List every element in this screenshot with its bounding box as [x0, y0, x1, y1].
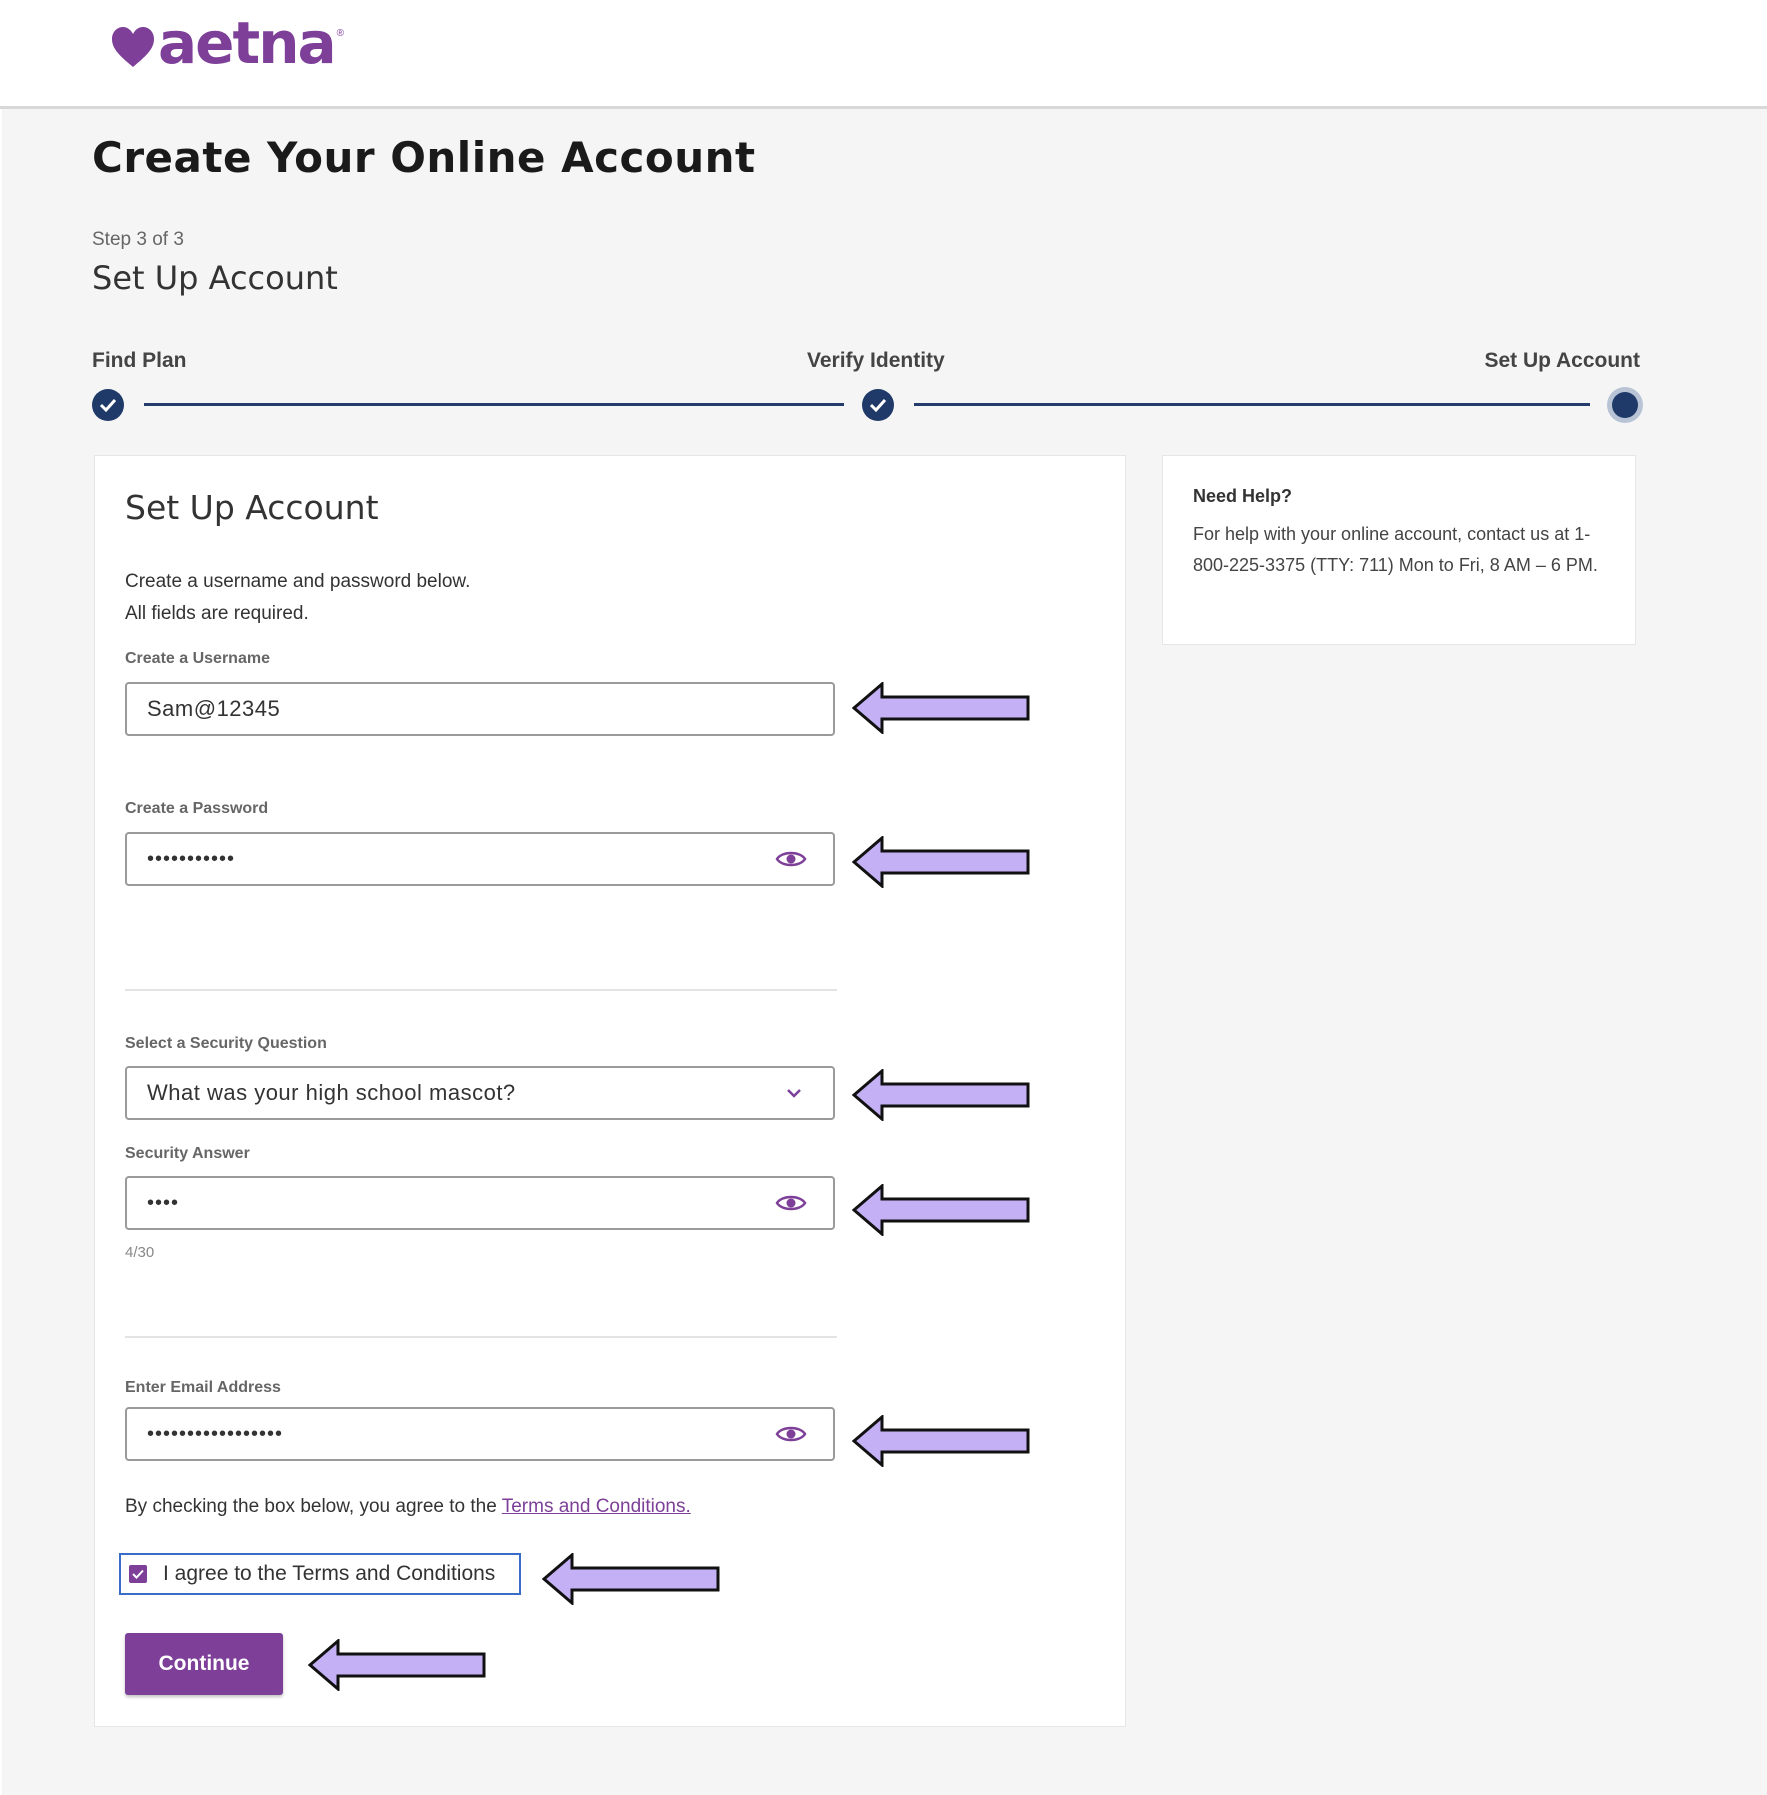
continue-button[interactable]: Continue: [125, 1633, 283, 1695]
site-header: aetna ®: [0, 0, 1767, 109]
form-intro-line-1: Create a username and password below.: [125, 571, 471, 592]
step-title: Set Up Account: [92, 259, 338, 297]
security-question-value: What was your high school mascot?: [147, 1080, 516, 1105]
aetna-logo[interactable]: aetna ®: [110, 12, 344, 74]
chevron-down-icon[interactable]: [785, 1087, 803, 1099]
security-answer-counter: 4/30: [125, 1244, 155, 1261]
step-counter: Step 3 of 3: [92, 229, 184, 250]
left-arrow-icon: [852, 1184, 1030, 1236]
need-help-panel: Need Help? For help with your online acc…: [1162, 455, 1636, 645]
security-question-label: Select a Security Question: [125, 1035, 327, 1052]
email-value: •••••••••••••••••: [147, 1422, 284, 1445]
left-arrow-icon: [308, 1639, 486, 1691]
form-intro-line-2: All fields are required.: [125, 603, 309, 624]
left-arrow-icon: [852, 836, 1030, 888]
security-answer-input[interactable]: ••••: [125, 1176, 835, 1230]
left-arrow-icon: [542, 1553, 720, 1605]
left-arrow-icon: [852, 1069, 1030, 1121]
progress-label-verify-identity: Verify Identity: [807, 349, 945, 372]
heart-icon: [112, 27, 154, 67]
page-title: Create Your Online Account: [92, 133, 756, 182]
eye-icon[interactable]: [775, 847, 807, 871]
security-answer-label: Security Answer: [125, 1145, 250, 1162]
terms-statement: By checking the box below, you agree to …: [125, 1496, 691, 1518]
security-answer-value: ••••: [147, 1191, 180, 1214]
progress-label-set-up-account: Set Up Account: [1484, 349, 1640, 372]
logo-trademark: ®: [336, 28, 345, 39]
progress-label-find-plan: Find Plan: [92, 349, 187, 372]
section-divider: [125, 989, 837, 991]
progress-line: [914, 403, 1590, 406]
terms-and-conditions-link[interactable]: Terms and Conditions.: [502, 1496, 691, 1517]
email-input[interactable]: •••••••••••••••••: [125, 1407, 835, 1461]
password-value: •••••••••••: [147, 847, 236, 870]
progress-line: [144, 403, 844, 406]
progress-step-complete-icon: [92, 389, 124, 421]
help-title: Need Help?: [1193, 486, 1293, 506]
checkbox-checked-icon[interactable]: [129, 1565, 147, 1583]
username-label: Create a Username: [125, 650, 270, 667]
section-divider: [125, 1336, 837, 1338]
left-arrow-icon: [852, 1415, 1030, 1467]
progress-step-current-icon: [1612, 392, 1638, 418]
password-input[interactable]: •••••••••••: [125, 832, 835, 886]
logo-wordmark: aetna: [158, 9, 337, 77]
help-body: For help with your online account, conta…: [1193, 524, 1598, 575]
form-intro: Create a username and password below. Al…: [125, 566, 470, 630]
form-title: Set Up Account: [125, 488, 379, 527]
progress-stepper: Find Plan Verify Identity Set Up Account: [92, 349, 1642, 429]
username-input[interactable]: Sam@12345: [125, 682, 835, 736]
security-question-select[interactable]: What was your high school mascot?: [125, 1066, 835, 1120]
left-arrow-icon: [852, 682, 1030, 734]
progress-step-complete-icon: [862, 389, 894, 421]
password-label: Create a Password: [125, 800, 269, 817]
email-label: Enter Email Address: [125, 1379, 281, 1396]
eye-icon[interactable]: [775, 1191, 807, 1215]
eye-icon[interactable]: [775, 1422, 807, 1446]
agree-terms-label: I agree to the Terms and Conditions: [163, 1562, 496, 1585]
main-content: Create Your Online Account Step 3 of 3 S…: [2, 109, 1767, 1795]
agree-terms-checkbox[interactable]: I agree to the Terms and Conditions: [119, 1553, 521, 1595]
username-value: Sam@12345: [147, 696, 281, 721]
terms-statement-text: By checking the box below, you agree to …: [125, 1496, 502, 1517]
